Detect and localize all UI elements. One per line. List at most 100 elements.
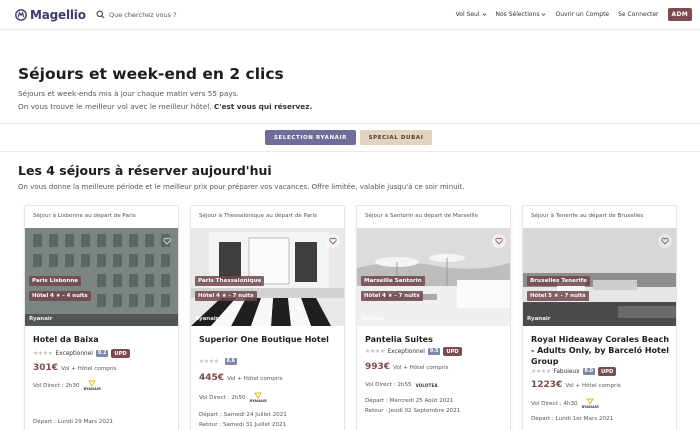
trip-card-lisbonne[interactable]: Séjour à Lisbonne au départ de Paris Par… <box>24 205 179 430</box>
airline-tag: Ryanair <box>29 316 53 322</box>
hotel-photo[interactable]: Marseille Santorin Hôtel 4 ★ - 7 nuits V… <box>357 228 510 326</box>
page-title: Séjours et week-end en 2 clics <box>18 65 284 83</box>
ryanair-harp-icon <box>88 380 97 387</box>
ryanair-harp-icon <box>254 392 263 399</box>
card-header: Séjour à Santorin au départ de Marseille <box>365 213 478 219</box>
search-icon[interactable] <box>96 10 105 19</box>
hotel-stars-tag: Hôtel 4 ★ - 7 nuits <box>195 291 257 301</box>
brand-name: Magellio <box>30 8 86 22</box>
review-score-badge: 9.2 <box>95 350 109 357</box>
favorite-button[interactable] <box>326 234 340 248</box>
card-header: Séjour à Thessalonique au départ de Pari… <box>199 213 317 219</box>
hotel-photo[interactable]: Paris Lisbonne Hôtel 4 ★ - 4 nuits Ryana… <box>25 228 178 326</box>
hero-tagline-main: On vous trouve le meilleur vol avec le m… <box>18 102 212 111</box>
heart-icon <box>661 237 669 245</box>
price: 301€ <box>33 363 59 373</box>
departure-date: Départ : Lundi 29 Mars 2021 <box>33 419 114 425</box>
rating-label: Exceptionnel <box>55 350 93 357</box>
section-title: Les 4 séjours à réserver aujourd'hui <box>18 163 272 178</box>
star-rating-icon: ★★★★ <box>365 348 385 355</box>
price-row: 301€ Vol + Hôtel compris <box>33 363 117 373</box>
trip-card-thessalonique[interactable]: Séjour à Thessalonique au départ de Pari… <box>190 205 345 430</box>
departure-date: Départ : Mercredi 25 Août 2021 <box>365 398 454 404</box>
trip-card-tenerife[interactable]: Séjour à Tenerife au départ de Bruxelles… <box>522 205 677 430</box>
brand-logo[interactable]: Magellio <box>15 8 86 22</box>
price: 445€ <box>199 373 225 383</box>
nav-selections-label: Nos Sélections <box>495 11 540 18</box>
flight-duration: Vol Direct : 4h30 <box>531 400 578 407</box>
flight-info: Vol Direct : 4h30 RYANAIR <box>531 398 599 409</box>
hotel-stars-tag: Hôtel 4 ★ - 7 nuits <box>361 291 423 301</box>
airline-logo: RYANAIR <box>84 380 101 391</box>
route-tag: Paris Thessalonique <box>195 276 265 286</box>
star-rating-icon: ★★★★ <box>33 350 53 357</box>
review-score-badge: 9.0 <box>582 368 596 375</box>
price-row: 993€ Vol + Hôtel compris <box>365 362 449 372</box>
hotel-name[interactable]: Superior One Boutique Hotel <box>199 334 339 345</box>
search-bar <box>96 10 229 19</box>
star-rating-icon: ★★★★ <box>531 368 551 375</box>
admin-button[interactable]: ADM <box>667 8 692 21</box>
nav-ouvrir-compte[interactable]: Ouvrir un Compte <box>555 11 609 18</box>
flight-duration: Vol Direct : 2h50 <box>199 394 246 401</box>
review-score-badge: 9.5 <box>427 348 441 355</box>
flight-info: Vol Direct : 2h55 VOLOTEA <box>365 382 438 388</box>
favorite-button[interactable] <box>658 234 672 248</box>
return-date: Retour : Samedi 31 Juillet 2021 <box>199 422 287 428</box>
selection-ryanair-button[interactable]: SELECTION RYANAIR <box>265 130 356 145</box>
price-row: 1223€ Vol + Hôtel compris <box>531 380 621 390</box>
update-badge: UPD <box>111 349 130 358</box>
price: 993€ <box>365 362 391 372</box>
heart-icon <box>495 237 503 245</box>
main-nav: Vol Seul Nos Sélections Ouvrir un Compte… <box>456 8 692 21</box>
card-header: Séjour à Lisbonne au départ de Paris <box>33 213 136 219</box>
hotel-name[interactable]: Pantelia Suites <box>365 334 505 345</box>
hotel-stars-tag: Hôtel 4 ★ - 4 nuits <box>29 291 91 301</box>
price-row: 445€ Vol + Hôtel compris <box>199 373 283 383</box>
hero-description: Séjours et week-ends mis à jour chaque m… <box>18 89 239 98</box>
favorite-button[interactable] <box>160 234 174 248</box>
hotel-photo[interactable]: Bruxelles Tenerife Hôtel 5 ★ - 7 nuits R… <box>523 228 676 326</box>
airline-tag: Volotea <box>361 316 385 322</box>
route-tag: Bruxelles Tenerife <box>527 276 590 286</box>
rating-row: ★★★★ Fabuleux 9.0 UPD <box>531 367 617 376</box>
trip-card-santorin[interactable]: Séjour à Santorin au départ de Marseille… <box>356 205 511 430</box>
rating-label: Fabuleux <box>553 368 580 375</box>
search-input[interactable] <box>109 10 229 19</box>
price-note: Vol + Hôtel compris <box>227 376 283 382</box>
route-tag: Marseille Santorin <box>361 276 425 286</box>
rating-row: ★★★★ Exceptionnel 9.2 UPD <box>33 349 130 358</box>
departure-date: Départ : Samedi 24 Juillet 2021 <box>199 412 287 418</box>
return-date: Retour : Jeudi 02 Septembre 2021 <box>365 408 461 414</box>
brand-logo-icon <box>15 9 27 21</box>
special-dubai-button[interactable]: SPECIAL DUBAI <box>360 130 432 145</box>
airline-logo: RYANAIR <box>582 398 599 409</box>
flight-duration: Vol Direct : 2h55 <box>365 382 412 388</box>
flight-info: Vol Direct : 2h50 RYANAIR <box>199 392 267 403</box>
heart-icon <box>163 237 171 245</box>
update-badge: UPD <box>443 347 462 356</box>
airline-logo: VOLOTEA <box>415 382 438 388</box>
nav-vol-seul-label: Vol Seul <box>455 11 480 18</box>
update-badge: UPD <box>598 367 617 376</box>
rating-row: ★★★★ 8.6 <box>199 358 238 365</box>
chevron-down-icon <box>542 13 546 16</box>
divider <box>0 151 700 152</box>
section-subtitle: On vous donne la meilleure période et le… <box>18 183 465 191</box>
hero-tagline: On vous trouve le meilleur vol avec le m… <box>18 102 312 111</box>
nav-vol-seul[interactable]: Vol Seul <box>456 11 487 18</box>
nav-selections[interactable]: Nos Sélections <box>496 11 547 18</box>
hotel-name[interactable]: Royal Hideaway Corales Beach - Adults On… <box>531 334 671 367</box>
price-note: Vol + Hôtel compris <box>565 383 621 389</box>
price-note: Vol + Hôtel compris <box>61 366 117 372</box>
flight-duration: Vol Direct : 2h30 <box>33 382 80 389</box>
departure-date: Départ : Lundi 1er Mars 2021 <box>531 416 614 422</box>
hotel-photo[interactable]: Paris Thessalonique Hôtel 4 ★ - 7 nuits … <box>191 228 344 326</box>
airline-tag: Ryanair <box>527 316 551 322</box>
heart-icon <box>329 237 337 245</box>
hotel-stars-tag: Hôtel 5 ★ - 7 nuits <box>527 291 589 301</box>
hotel-name[interactable]: Hotel da Baixa <box>33 334 173 345</box>
nav-connecter[interactable]: Se Connecter <box>618 11 658 18</box>
favorite-button[interactable] <box>492 234 506 248</box>
chevron-down-icon <box>482 13 486 16</box>
